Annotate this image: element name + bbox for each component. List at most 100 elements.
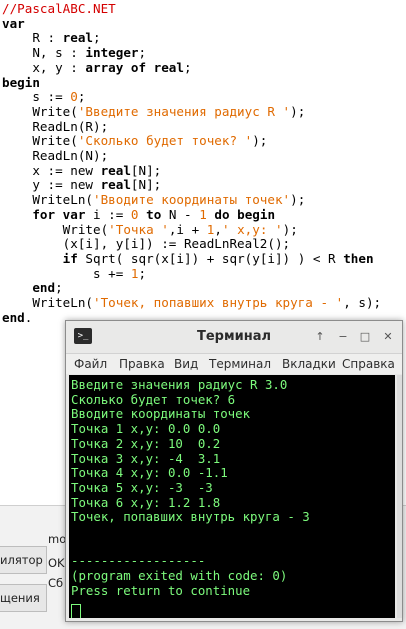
terminal-output-line: Точка 6 x,y: 1.2 1.8 xyxy=(71,494,221,510)
compiler-tab-label: илятор xyxy=(0,553,43,567)
menu-terminal[interactable]: Терминал xyxy=(209,354,271,374)
code-token: x := new xyxy=(2,162,101,178)
code-token: ReadLn(R); xyxy=(2,118,109,134)
code-token: for var xyxy=(32,206,86,222)
menu-view[interactable]: Вид xyxy=(174,354,198,374)
terminal-screen[interactable]: Введите значения радиус R 3.0 Сколько буд… xyxy=(69,375,395,618)
arrow-up-icon: ↑ xyxy=(315,330,325,343)
code-token: 'Точка ' xyxy=(108,221,169,237)
code-token: R : xyxy=(2,30,63,46)
terminal-output-line: Press return to continue xyxy=(71,582,251,598)
terminal-output-line: Точек, попавших внутрь круга - 3 xyxy=(71,509,310,525)
maximize-button[interactable]: □ xyxy=(358,330,372,344)
terminal-output-line: Точка 2 x,y: 10 0.2 xyxy=(71,435,221,451)
menu-help[interactable]: Справка xyxy=(342,354,395,374)
code-token: Write( xyxy=(2,133,78,149)
code-line: var xyxy=(2,16,25,31)
keep-above-button[interactable]: ↑ xyxy=(313,330,327,344)
code-line: (x[i], y[i]) := ReadLnReal2(); xyxy=(2,236,290,251)
code-line: Write('Введите значения радиус R '); xyxy=(2,104,305,119)
code-token: ; xyxy=(138,265,147,281)
code-token: 'Точек, попавших внутрь круга - ' xyxy=(93,295,344,310)
code-token: y := new xyxy=(2,177,101,193)
code-line: x := new real[N]; xyxy=(2,163,161,178)
code-token: ; xyxy=(138,45,147,61)
code-token: ' x,y: ' xyxy=(221,221,283,237)
code-token: Sqrt( sqr(x[i]) + sqr(y[i]) ) < R xyxy=(77,250,344,266)
close-icon: ✕ xyxy=(383,330,393,343)
code-token: integer xyxy=(85,45,139,61)
terminal-titlebar[interactable]: >_ Терминал ↑ − □ ✕ xyxy=(66,321,402,354)
code-line: //PascalABC.NET xyxy=(2,1,116,16)
code-token: then xyxy=(343,250,374,266)
code-token: WriteLn( xyxy=(2,295,93,310)
messages-tab-label: щения xyxy=(0,591,40,605)
terminal-output-line: Точка 5 x,y: -3 -3 xyxy=(71,479,213,495)
code-line: end; xyxy=(2,280,63,296)
code-token: N, s : xyxy=(2,45,86,61)
code-line: end. xyxy=(2,310,32,325)
code-token: s := xyxy=(2,89,71,105)
messages-tab[interactable]: щения xyxy=(0,584,47,612)
code-line: Write('Точка ',i + 1,' x,y: '); xyxy=(2,222,298,237)
code-token: ; xyxy=(55,280,63,296)
code-token: ; xyxy=(77,89,86,105)
terminal-output-line: Сколько будет точек? 6 xyxy=(71,391,236,407)
code-token: Write( xyxy=(2,103,78,119)
code-line: y := new real[N]; xyxy=(2,177,161,192)
terminal-window[interactable]: >_ Терминал ↑ − □ ✕ Файл Правка Вид Терм… xyxy=(65,320,403,622)
code-token: ; xyxy=(93,30,101,46)
code-token: //PascalABC.NET xyxy=(2,1,116,16)
code-line: x, y : array of real; xyxy=(2,59,191,75)
code-token: ReadLn(N); xyxy=(2,148,109,163)
output-line-3: Сб xyxy=(48,576,64,590)
menu-edit[interactable]: Правка xyxy=(119,354,165,374)
code-line: ReadLn(R); xyxy=(2,119,108,134)
code-token: 0 xyxy=(70,89,78,105)
code-token: ); xyxy=(290,103,306,119)
code-line: begin xyxy=(2,75,40,90)
code-token: 'Введите значения радиус R ' xyxy=(77,103,291,119)
terminal-menubar: Файл Правка Вид Терминал Вкладки Справка xyxy=(66,354,402,374)
terminal-output-line: (program exited with code: 0) xyxy=(71,568,288,584)
code-token: real xyxy=(100,162,131,178)
terminal-output-line: Точка 1 x,y: 0.0 0.0 xyxy=(71,421,221,437)
code-token: begin xyxy=(2,74,40,90)
code-line: ReadLn(N); xyxy=(2,148,108,163)
code-token: 1 xyxy=(199,206,207,222)
terminal-scrollbar[interactable] xyxy=(397,375,402,618)
code-token: WriteLn( xyxy=(2,192,93,208)
code-line: for var i := 0 to N - 1 do begin xyxy=(2,207,275,222)
code-token: (x[i], y[i]) := ReadLnReal2(); xyxy=(2,236,291,252)
code-token: 'Вводите координаты точек' xyxy=(93,192,291,208)
code-token: 1 xyxy=(130,265,139,281)
code-token: , s); xyxy=(343,295,382,310)
code-token: var xyxy=(2,15,25,31)
menu-file[interactable]: Файл xyxy=(74,354,107,374)
code-token: 'Сколько будет точек? ' xyxy=(77,133,253,149)
code-line: if Sqrt( sqr(x[i]) + sqr(y[i]) ) < R the… xyxy=(2,251,374,266)
menu-tabs[interactable]: Вкладки xyxy=(282,354,336,374)
code-token: if xyxy=(62,250,78,266)
code-token: s += xyxy=(2,265,131,281)
code-line: N, s : integer; xyxy=(2,45,146,60)
output-line-2: OK xyxy=(48,556,65,570)
code-token: to xyxy=(146,206,162,222)
minimize-button[interactable]: − xyxy=(336,330,350,344)
code-token: [N]; xyxy=(130,162,162,178)
code-token: N - xyxy=(161,206,200,222)
code-line: s := 0; xyxy=(2,89,85,104)
terminal-cursor xyxy=(71,604,81,618)
terminal-output-line: Вводите координаты точек xyxy=(71,406,251,422)
terminal-output-line: Точка 3 x,y: -4 3.1 xyxy=(71,450,221,466)
code-token: array of real xyxy=(85,59,184,75)
close-button[interactable]: ✕ xyxy=(381,330,395,344)
code-token: ,i + xyxy=(168,221,207,237)
code-token: x, y : xyxy=(2,59,86,75)
code-token: ); xyxy=(282,221,298,237)
compiler-tab[interactable]: илятор xyxy=(0,546,47,574)
